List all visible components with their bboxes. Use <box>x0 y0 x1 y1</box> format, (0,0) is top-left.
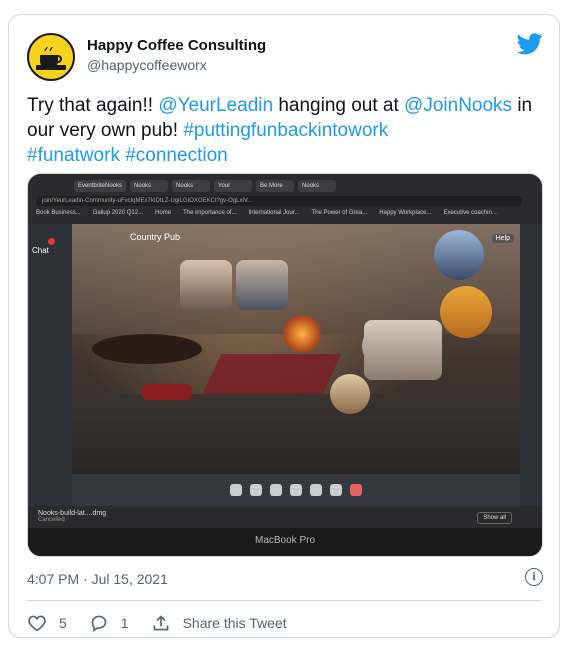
author-handle[interactable]: @happycoffeeworx <box>87 57 207 73</box>
author-name[interactable]: Happy Coffee Consulting <box>87 37 266 54</box>
bookmark-item: Home <box>155 210 172 216</box>
scene-rug <box>202 354 342 394</box>
tweet-card: Happy Coffee Consulting @happycoffeeworx… <box>8 14 560 638</box>
author-avatar[interactable] <box>27 33 75 81</box>
mention-link[interactable]: @YeurLeadin <box>158 95 273 116</box>
reply-count: 1 <box>120 615 129 631</box>
show-all-button[interactable]: Show all <box>477 512 512 524</box>
bookmark-item: International Jour... <box>248 210 300 216</box>
laptop-bezel: MacBook Pro <box>28 528 542 556</box>
chat-icon[interactable] <box>290 484 302 496</box>
browser-tab: Be More <box>256 180 295 192</box>
bookmark-item: Book Business... <box>36 210 81 216</box>
tweet-text: Try that again!! @YeurLeadin hanging out… <box>27 93 542 168</box>
tweet-text-part: Try that again!! <box>27 95 159 116</box>
camera-icon[interactable] <box>250 484 262 496</box>
pub-scene: Country Pub Help <box>72 224 520 474</box>
device-label: MacBook Pro <box>254 535 316 546</box>
divider <box>27 600 541 601</box>
video-circle <box>330 374 370 414</box>
browser-tab: Your <box>214 180 253 192</box>
browser-url: join/YeurLeadin-Community-uFvcIqMEx7kIDt… <box>36 196 522 206</box>
bookmark-item: Happy Workplace... <box>379 210 432 216</box>
left-rail: Chat <box>28 224 72 506</box>
hashtag-link[interactable]: #funatwork <box>27 145 120 166</box>
share-button[interactable]: Share this Tweet <box>151 614 287 632</box>
mic-icon[interactable] <box>230 484 242 496</box>
reply-button[interactable]: 1 <box>89 614 129 632</box>
download-bar: Nooks-build-lat....dmg Cancelled Show al… <box>28 506 542 528</box>
tweet-photo[interactable]: EventbriteNooks Nooks Nooks Your Be More… <box>27 173 543 557</box>
video-tile <box>364 320 442 380</box>
scene-stool <box>142 384 192 400</box>
right-rail <box>520 224 542 506</box>
heart-icon <box>28 615 46 632</box>
bookmark-item: The Power of Grea... <box>311 210 368 216</box>
bookmark-item: The importance of... <box>183 210 237 216</box>
download-filename: Nooks-build-lat....dmg <box>38 510 107 517</box>
room-title: Country Pub <box>130 232 181 242</box>
screenshare-icon[interactable] <box>270 484 282 496</box>
like-button[interactable]: 5 <box>27 614 67 632</box>
download-status: Cancelled <box>38 517 65 523</box>
nooks-app: Chat Country Pub Help <box>28 224 542 506</box>
reply-icon <box>91 615 107 632</box>
mention-link[interactable]: @JoinNooks <box>404 95 512 116</box>
bookmarks-bar: Book Business... Gallup 2020 Q12... Home… <box>36 210 497 216</box>
tweet-text-part: hanging out at <box>273 95 405 116</box>
add-person-icon[interactable] <box>310 484 322 496</box>
share-label: Share this Tweet <box>182 615 287 631</box>
leave-icon[interactable] <box>350 484 362 496</box>
bookmark-item: Executive coachin... <box>443 210 497 216</box>
tweet-actions: 5 1 Share this Tweet <box>27 611 309 635</box>
browser-chrome: EventbriteNooks Nooks Nooks Your Be More… <box>28 174 542 224</box>
video-tile <box>236 260 288 310</box>
tweet-timestamp[interactable]: 4:07 PM · Jul 15, 2021 <box>27 571 168 587</box>
browser-tab: Nooks <box>298 180 337 192</box>
chat-label: Chat <box>32 246 49 255</box>
bookmark-item: Gallup 2020 Q12... <box>92 210 144 216</box>
scene-floor <box>72 394 520 474</box>
browser-tab: Nooks <box>130 180 169 192</box>
emoji-icon[interactable] <box>330 484 342 496</box>
call-toolbar <box>72 474 520 506</box>
browser-tab: EventbriteNooks <box>74 180 127 192</box>
video-circle <box>434 230 484 280</box>
help-button[interactable]: Help <box>491 234 514 243</box>
browser-tab: Nooks <box>172 180 211 192</box>
info-icon[interactable] <box>525 568 543 586</box>
video-circle <box>440 286 492 338</box>
scene-fireplace <box>282 314 322 354</box>
share-icon <box>153 615 168 631</box>
hashtag-link[interactable]: #puttingfunbackintowork <box>183 120 388 141</box>
like-count: 5 <box>59 615 67 631</box>
hashtag-link[interactable]: #connection <box>125 145 227 166</box>
download-item[interactable]: Nooks-build-lat....dmg Cancelled <box>38 510 106 523</box>
coffee-logo-icon <box>31 37 71 77</box>
twitter-bird-icon[interactable] <box>517 33 543 55</box>
notification-dot <box>48 238 55 245</box>
video-tile <box>180 260 232 310</box>
scene-table <box>92 334 202 364</box>
browser-tabs: EventbriteNooks Nooks Nooks Your Be More… <box>74 180 337 192</box>
